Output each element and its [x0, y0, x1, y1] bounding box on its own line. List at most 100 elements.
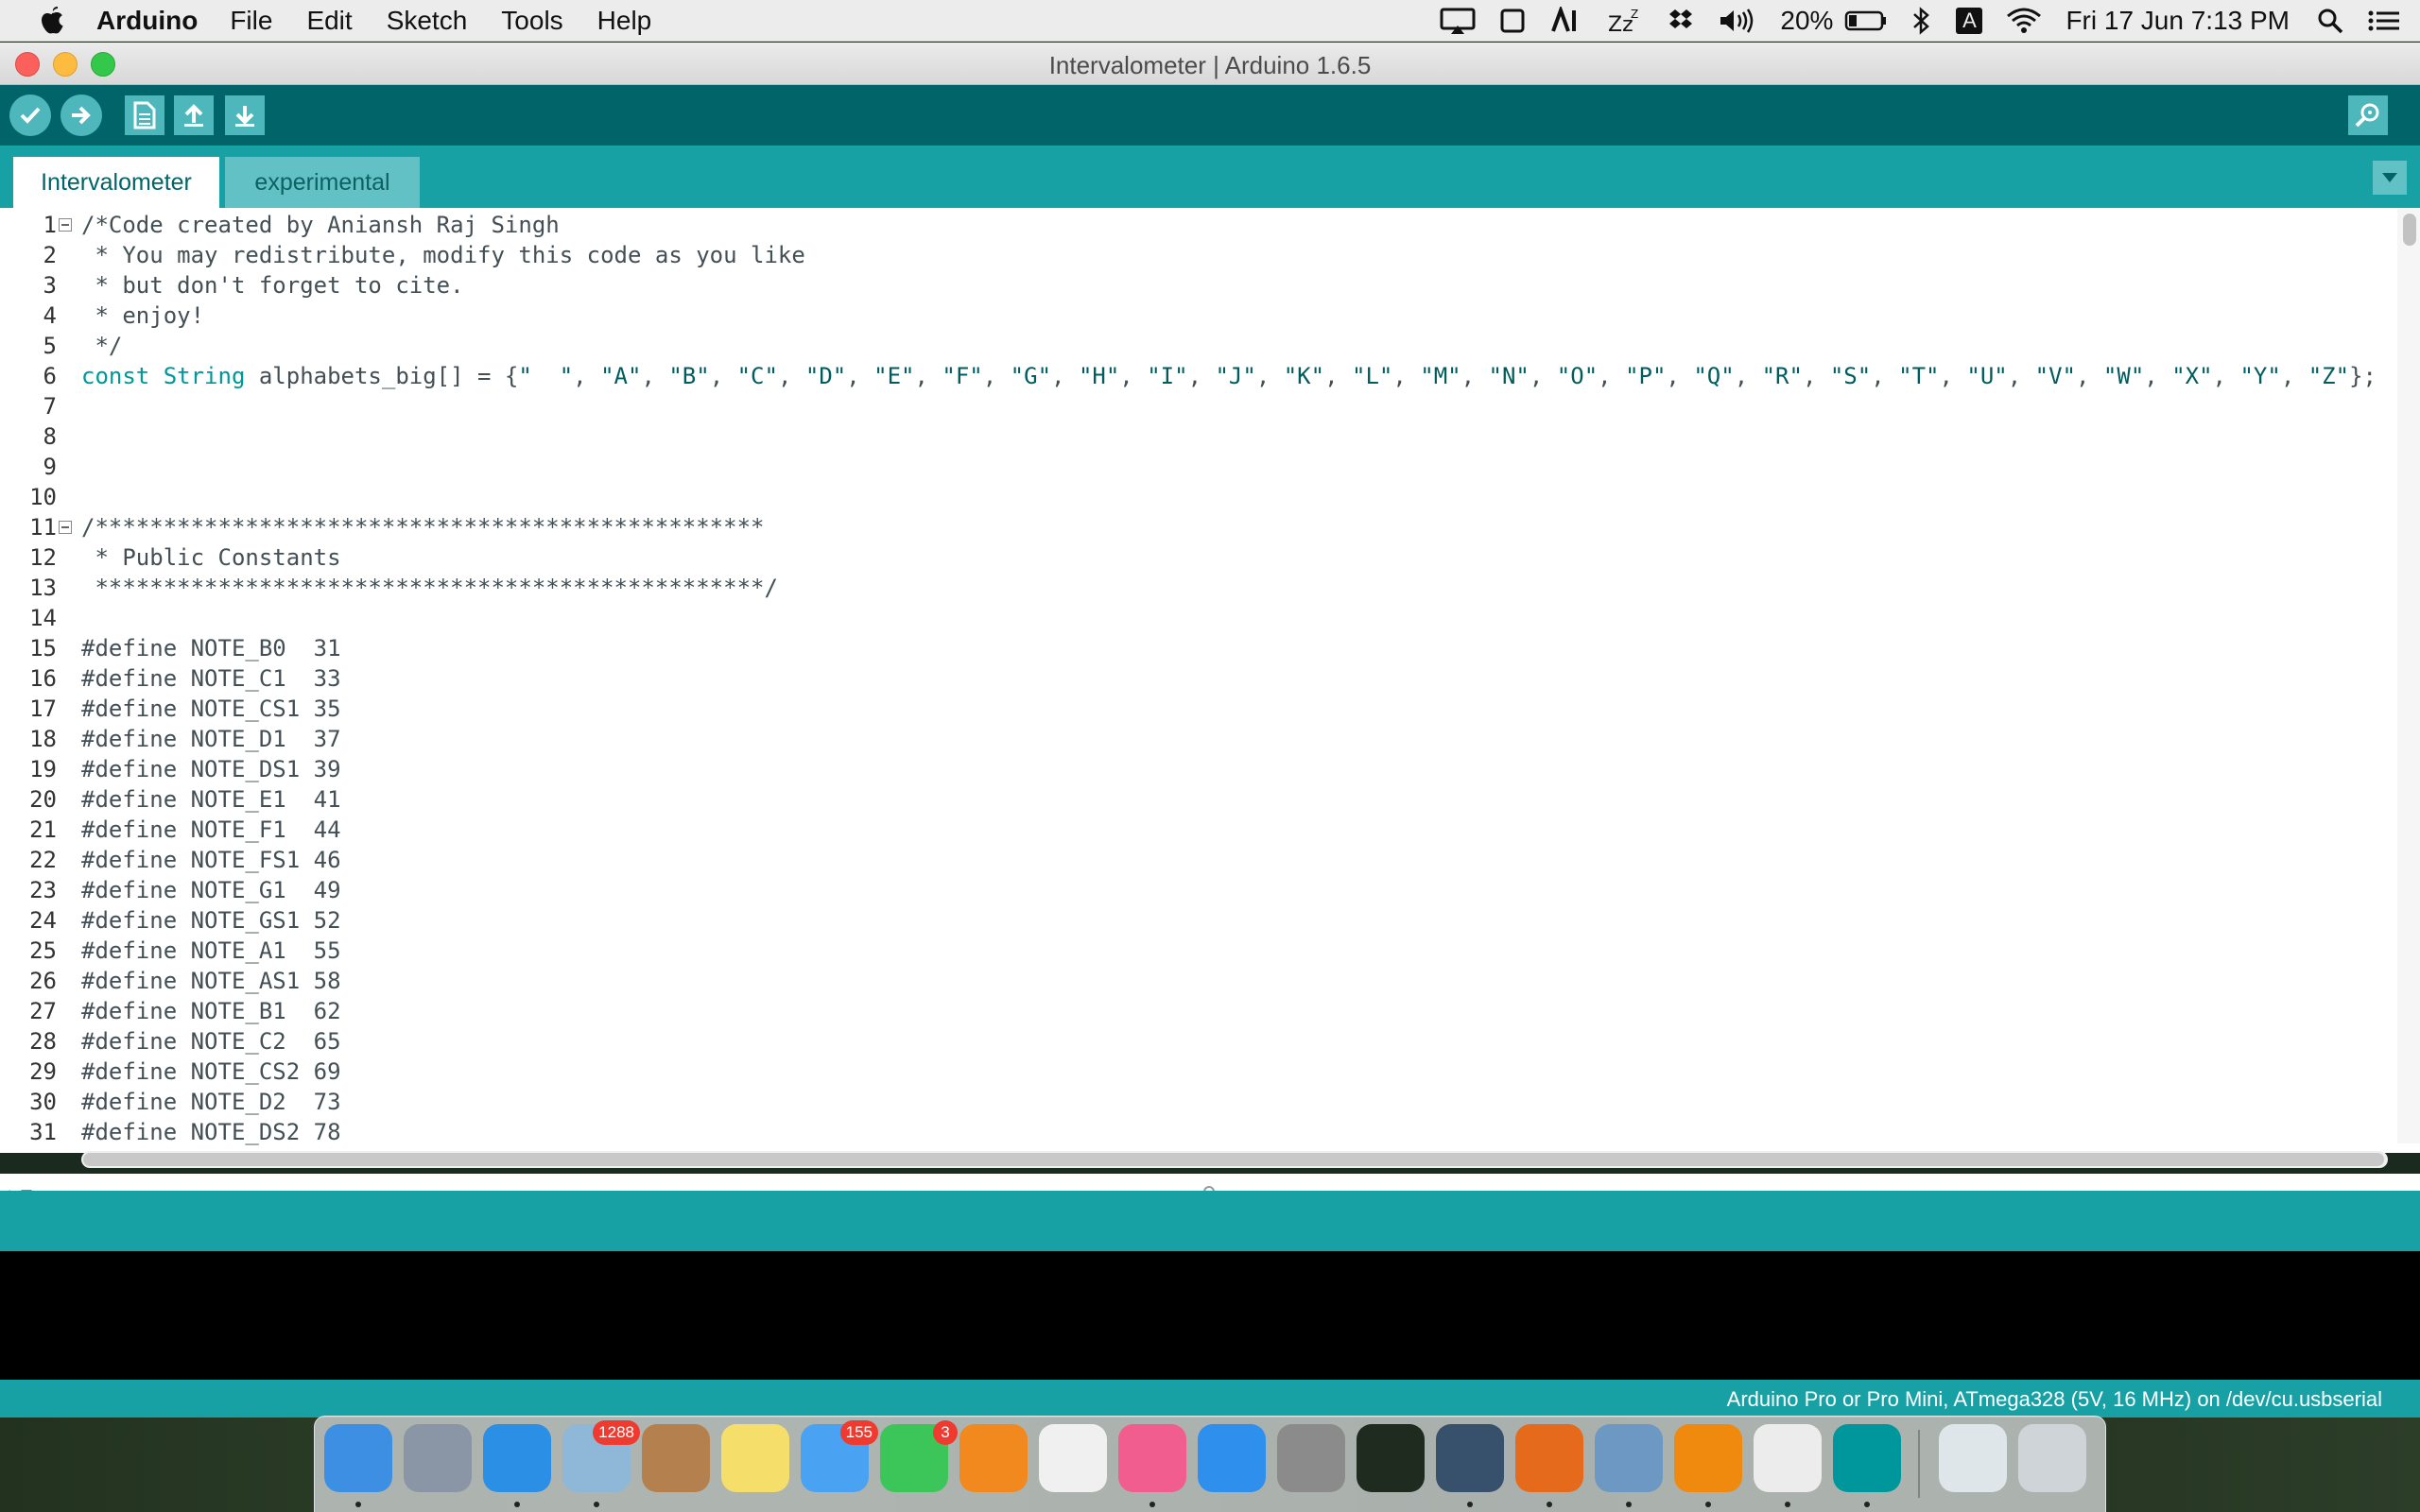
trash-icon[interactable] — [2018, 1424, 2086, 1492]
itunes-icon[interactable] — [1118, 1424, 1186, 1492]
code-line[interactable]: 27 #define NOTE_B1 62 — [0, 996, 2382, 1026]
mail-icon[interactable]: 1288 — [562, 1420, 640, 1492]
code-line[interactable]: 19 #define NOTE_DS1 39 — [0, 754, 2382, 784]
line-number: 3 — [43, 272, 57, 299]
facetime-icon[interactable]: 3 — [880, 1420, 958, 1492]
code-line[interactable]: 30 #define NOTE_D2 73 — [0, 1087, 2382, 1117]
code-line[interactable]: 5 */ — [0, 331, 2382, 361]
code-line[interactable]: 24 #define NOTE_GS1 52 — [0, 905, 2382, 936]
svg-text:Zz: Zz — [1608, 13, 1634, 35]
code-line[interactable]: 3 * but don't forget to cite. — [0, 270, 2382, 301]
code-line[interactable]: 23 #define NOTE_G1 49 — [0, 875, 2382, 905]
preview-icon[interactable] — [1595, 1424, 1663, 1492]
spotlight-icon[interactable] — [2316, 7, 2344, 35]
code-line[interactable]: 4 * enjoy! — [0, 301, 2382, 331]
code-line[interactable]: 6 const String alphabets_big[] = {" ", "A… — [0, 361, 2382, 391]
fold-toggle-icon[interactable] — [59, 218, 72, 232]
code-line[interactable]: 25 #define NOTE_A1 55 — [0, 936, 2382, 966]
code-line[interactable]: 7 — [0, 391, 2382, 421]
menubar-clock[interactable]: Fri 17 Jun 7:13 PM — [2066, 6, 2290, 36]
horizontal-scroll-thumb[interactable] — [83, 1153, 2384, 1166]
tab-menu-button[interactable] — [2373, 161, 2407, 195]
launchpad-icon[interactable] — [404, 1424, 472, 1492]
new-sketch-button[interactable] — [125, 95, 164, 135]
wifi-icon[interactable] — [2005, 7, 2043, 35]
menu-file[interactable]: File — [230, 6, 272, 36]
window-title-bar[interactable]: Intervalometer | Arduino 1.6.5 — [0, 43, 2420, 85]
save-sketch-button[interactable] — [225, 95, 265, 135]
fold-toggle-icon[interactable] — [59, 521, 72, 534]
finder-icon[interactable] — [324, 1424, 392, 1492]
code-line[interactable]: 9 — [0, 452, 2382, 482]
tab-intervalometer[interactable]: Intervalometer — [13, 157, 219, 208]
string-token: "W" — [2102, 363, 2145, 389]
arduino-icon[interactable] — [1833, 1424, 1901, 1492]
text-input-icon[interactable] — [1549, 7, 1583, 35]
code-line[interactable]: 26 #define NOTE_AS1 58 — [0, 966, 2382, 996]
code-line[interactable]: 18 #define NOTE_D1 37 — [0, 724, 2382, 754]
ibooks-icon[interactable] — [959, 1424, 1028, 1492]
notes-icon[interactable] — [721, 1424, 789, 1492]
code-token: * but don't forget to cite. — [81, 272, 464, 299]
menu-help[interactable]: Help — [597, 6, 652, 36]
open-sketch-button[interactable] — [174, 95, 214, 135]
dropbox-icon[interactable] — [1667, 7, 1695, 35]
code-editor[interactable]: 1/*Code created by Aniansh Raj Singh 2 * … — [0, 208, 2420, 1211]
output-console[interactable] — [0, 1251, 2420, 1380]
input-source-icon[interactable]: A — [1956, 8, 1983, 34]
code-line[interactable]: 12 * Public Constants — [0, 542, 2382, 573]
volume-icon[interactable] — [1718, 7, 1757, 35]
textedit-icon[interactable] — [1754, 1424, 1822, 1492]
window-icon[interactable] — [1498, 7, 1527, 35]
upload-button[interactable] — [60, 94, 102, 136]
menu-tools[interactable]: Tools — [501, 6, 562, 36]
menu-app-name[interactable]: Arduino — [96, 6, 198, 36]
code-line[interactable]: 17 #define NOTE_CS1 35 — [0, 694, 2382, 724]
vertical-scrollbar[interactable] — [2397, 208, 2420, 1143]
activity-monitor-icon[interactable] — [1357, 1424, 1425, 1492]
photos-icon[interactable] — [1039, 1424, 1107, 1492]
safari-icon[interactable] — [483, 1424, 551, 1492]
code-line[interactable]: 11 /*************************************… — [0, 512, 2382, 542]
code-line[interactable]: 2 * You may redistribute, modify this co… — [0, 240, 2382, 270]
airplay-icon[interactable] — [1440, 7, 1476, 35]
code-line[interactable]: 20 #define NOTE_E1 41 — [0, 784, 2382, 815]
downloads-stack-icon[interactable] — [1939, 1424, 2007, 1492]
contacts-icon[interactable] — [642, 1424, 710, 1492]
code-line[interactable]: 31 #define NOTE_DS2 78 — [0, 1117, 2382, 1147]
code-line[interactable]: 1 /*Code created by Aniansh Raj Singh — [0, 210, 2382, 240]
tab-experimental[interactable]: experimental — [225, 157, 420, 208]
code-line[interactable]: 13 *************************************… — [0, 573, 2382, 603]
system-preferences-icon[interactable] — [1277, 1424, 1345, 1492]
code-line[interactable]: 28 #define NOTE_C2 65 — [0, 1026, 2382, 1057]
running-indicator — [1547, 1502, 1552, 1507]
app-store-icon[interactable] — [1198, 1424, 1266, 1492]
vertical-scroll-thumb[interactable] — [2403, 214, 2416, 246]
code-line[interactable]: 14 — [0, 603, 2382, 633]
code-line[interactable]: 21 #define NOTE_F1 44 — [0, 815, 2382, 845]
messages-icon[interactable]: 155 — [801, 1420, 878, 1492]
firefox-icon[interactable] — [1515, 1424, 1583, 1492]
verify-button[interactable] — [9, 94, 51, 136]
menu-edit[interactable]: Edit — [306, 6, 352, 36]
notification-center-icon[interactable] — [2367, 7, 2401, 35]
code-token: * You may redistribute, modify this code… — [81, 242, 805, 268]
menu-sketch[interactable]: Sketch — [387, 6, 468, 36]
quicktime-icon[interactable] — [1436, 1424, 1504, 1492]
apple-menu-icon[interactable] — [38, 5, 66, 37]
vlc-icon[interactable] — [1674, 1424, 1742, 1492]
code-line[interactable]: 10 — [0, 482, 2382, 512]
serial-monitor-button[interactable] — [2348, 95, 2388, 135]
code-line[interactable]: 8 — [0, 421, 2382, 452]
code-line[interactable]: 15 #define NOTE_B0 31 — [0, 633, 2382, 663]
bluetooth-icon[interactable] — [1910, 6, 1933, 36]
code-line[interactable]: 16 #define NOTE_C1 33 — [0, 663, 2382, 694]
code-text: * enjoy! — [81, 301, 204, 331]
code-text: #define NOTE_FS1 46 — [81, 845, 341, 875]
code-text: #define NOTE_GS1 52 — [81, 905, 341, 936]
sleep-icon[interactable]: Zz Z — [1606, 7, 1644, 35]
line-number: 30 — [29, 1089, 57, 1115]
battery-icon[interactable] — [1844, 7, 1888, 35]
code-line[interactable]: 22 #define NOTE_FS1 46 — [0, 845, 2382, 875]
code-line[interactable]: 29 #define NOTE_CS2 69 — [0, 1057, 2382, 1087]
